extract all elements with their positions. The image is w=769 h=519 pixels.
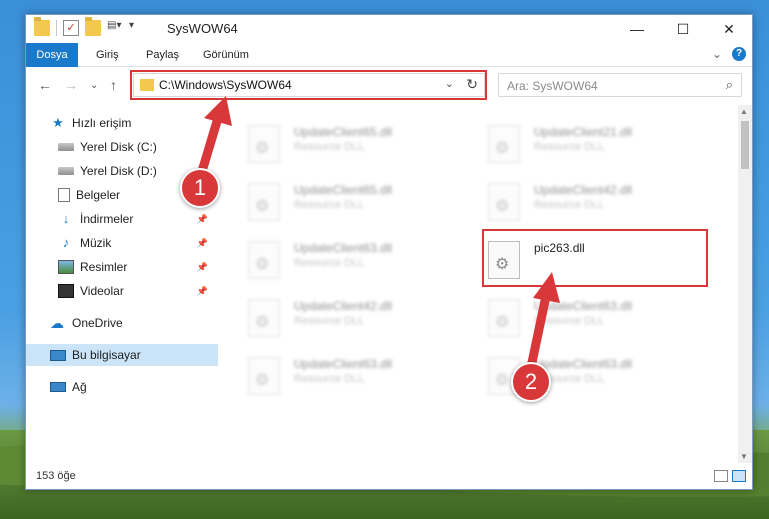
annotation-arrows (195, 96, 560, 377)
step-badge-1: 1 (180, 168, 220, 208)
arrow-2 (525, 291, 551, 377)
arrowhead-2 (533, 272, 560, 303)
step-badge-2: 2 (511, 362, 551, 402)
arrowhead-1 (204, 96, 232, 126)
